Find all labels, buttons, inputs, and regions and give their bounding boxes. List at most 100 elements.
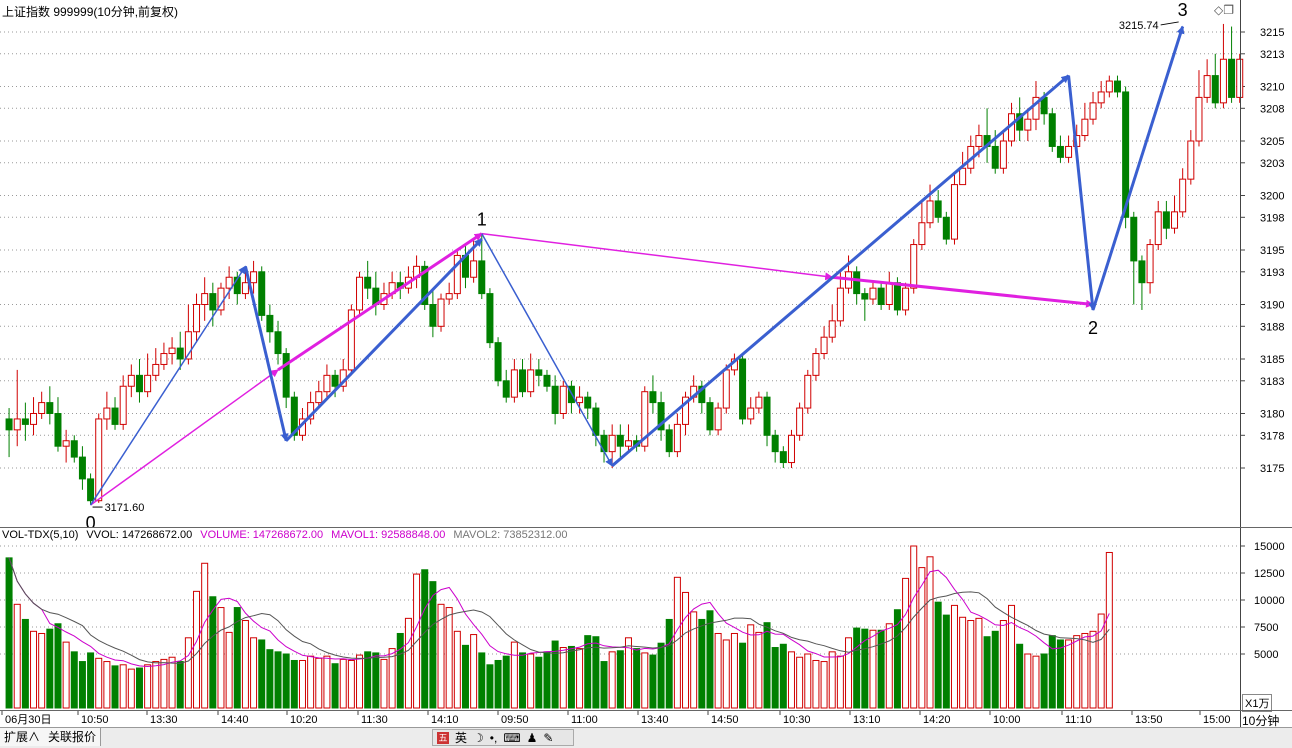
candle-body-down — [934, 200, 942, 218]
keyboard-icon[interactable]: ⌨ — [503, 731, 520, 745]
candle-body-up — [812, 353, 820, 376]
time-tick-label: 15:00 — [1203, 714, 1231, 726]
candle-body-up — [608, 434, 616, 453]
volume-bar-up — [1024, 653, 1032, 709]
volume-tick-label: 12500 — [1254, 568, 1285, 580]
price-tick-label: 3175 — [1260, 463, 1284, 475]
candle-body-up — [193, 304, 201, 333]
price-tick-label: 3198 — [1260, 212, 1284, 224]
volume-bar-up — [1008, 604, 1016, 709]
candle-body-up — [250, 271, 258, 284]
candle-body-down — [266, 314, 274, 333]
volume-bar-up — [885, 623, 893, 709]
volume-bar-up — [404, 617, 412, 709]
candle-body-down — [176, 347, 184, 360]
time-axis: 06月30日 10:50 13:30 14:40 10:20 11:30 14:10 09:5… — [1, 711, 1231, 726]
candle-body-up — [836, 287, 844, 322]
candle-body-up — [241, 282, 249, 295]
low-value-label: 3171.60 — [105, 502, 145, 514]
price-tick-label: 3193 — [1260, 267, 1284, 279]
volume-bar-down — [21, 618, 29, 709]
volume-bar-down — [258, 639, 266, 709]
candle-body-up — [13, 418, 21, 431]
volume-bar-down — [665, 618, 673, 709]
price-chart[interactable]: 3215321332103208320532033200319831953193… — [0, 0, 1292, 528]
stock-chart-window: 上证指数 999999(10分钟,前复权) ◇❐ 3215 3213 3210 320… — [0, 0, 1292, 748]
candle-body-up — [1171, 211, 1179, 229]
volume-bar-up — [1032, 655, 1040, 709]
price-tick-label: 3200 — [1260, 191, 1284, 203]
time-tick-label: 13:50 — [1135, 714, 1163, 726]
volume-bar-up — [339, 658, 347, 709]
candle-body-up — [62, 440, 70, 447]
candle-body-up — [152, 363, 160, 376]
related-quotes-tab[interactable]: 关联报价 — [44, 728, 102, 746]
volume-bar-up — [722, 639, 730, 709]
volume-bar-down — [779, 643, 787, 709]
volume-bar-up — [796, 656, 804, 709]
candle-body-up — [926, 200, 934, 224]
volume-bar-down — [543, 651, 551, 709]
price-tick-label: 3178 — [1260, 430, 1284, 442]
candle-body-down — [364, 276, 372, 289]
volume-bar-up — [168, 656, 176, 709]
time-tick-label: 10:50 — [81, 714, 109, 726]
candle-body-down — [78, 456, 86, 480]
volume-bar-up — [13, 603, 21, 709]
candle-body-up — [201, 293, 209, 306]
candle-body-down — [1211, 75, 1219, 104]
candle-body-down — [763, 396, 771, 436]
volume-bar-up — [388, 648, 396, 709]
volume-bar-up — [641, 652, 649, 709]
dot-icon[interactable]: •, — [490, 731, 498, 745]
volume-bar-up — [380, 658, 388, 709]
ime-lang[interactable]: 英 — [455, 729, 467, 746]
wave-label-1: 1 — [477, 210, 487, 230]
volume-bar-up — [1105, 551, 1113, 709]
volume-bar-up — [910, 545, 918, 709]
volume-bar-down — [1016, 643, 1024, 709]
user-icon[interactable]: ♟ — [527, 731, 538, 745]
time-tick-label: 14:40 — [221, 714, 249, 726]
volume-bar-up — [714, 632, 722, 709]
candle-body-up — [160, 353, 168, 365]
candle-body-down — [282, 353, 290, 398]
ime-logo-icon[interactable]: 五 — [437, 731, 449, 744]
volume-bar-down — [282, 653, 290, 709]
magenta-wave-arrow — [277, 232, 483, 372]
candle-body-down — [502, 380, 510, 398]
volume-bar-down — [78, 661, 86, 709]
time-tick-label: 13:30 — [150, 714, 178, 726]
volume-bar-down — [877, 629, 885, 709]
magenta-wave-arrow — [90, 369, 279, 506]
moon-icon[interactable]: ☽ — [473, 731, 484, 745]
candle-body-up — [559, 385, 567, 414]
candle-body-up — [885, 282, 893, 306]
candle-body-up — [38, 402, 46, 415]
candle-body-up — [959, 167, 967, 186]
candle-body-down — [331, 374, 339, 387]
volume-bar-up — [1081, 632, 1089, 709]
volume-bar-down — [983, 636, 991, 709]
volume-chart[interactable]: 15000 12500 10000 7500 5000 — [0, 528, 1292, 728]
wave-arrows — [89, 25, 1185, 506]
volume-bar-down — [1056, 639, 1064, 709]
candle-body-down — [486, 293, 494, 344]
wave-label-3: 3 — [1178, 0, 1188, 20]
wave-label-0: 0 — [86, 513, 96, 528]
wrench-icon[interactable]: ✎ — [543, 731, 553, 745]
volume-bar-up — [804, 653, 812, 709]
ime-toolbar[interactable]: 五 英 ☽ •, ⌨ ♟ ✎ — [432, 729, 574, 746]
price-tick-label: 3215 — [1260, 27, 1284, 39]
volume-bar-up — [453, 630, 461, 709]
expand-tab[interactable]: 扩展∧ — [0, 728, 46, 746]
candle-body-up — [950, 184, 958, 240]
volume-bar-down — [535, 656, 543, 709]
price-tick-label: 3213 — [1260, 49, 1284, 61]
candle-body-down — [1048, 113, 1056, 147]
volume-bar-down — [633, 648, 641, 709]
volume-bar-up — [160, 658, 168, 709]
volume-bar-down — [364, 651, 372, 709]
time-tick-label: 14:50 — [711, 714, 739, 726]
candle-body-down — [877, 287, 885, 305]
